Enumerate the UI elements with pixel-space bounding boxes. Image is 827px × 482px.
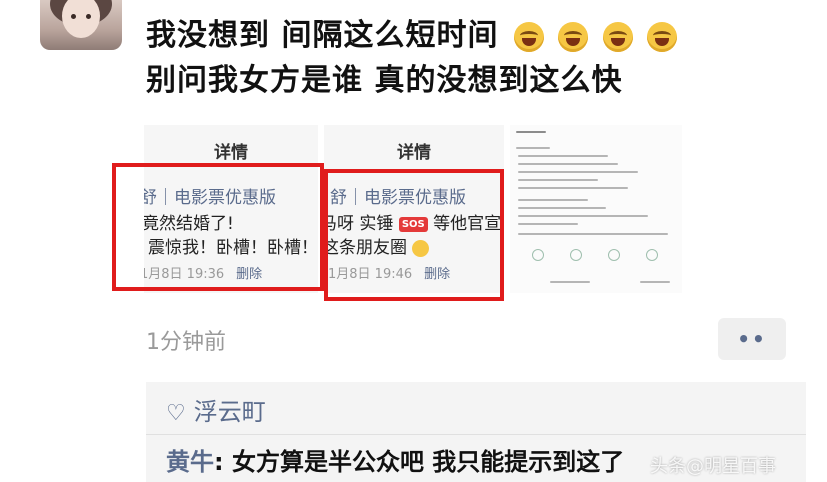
post-line-2: 别问我女方是谁 真的没想到这么快 xyxy=(146,62,623,98)
watermark: 头条@明星百事 xyxy=(650,456,776,477)
blurred-text xyxy=(518,207,606,209)
blurred-text xyxy=(516,147,550,149)
blurred-text xyxy=(518,163,618,165)
laughing-tears-emoji-icon xyxy=(558,22,589,52)
blurred-text xyxy=(518,155,608,157)
avatar-eye xyxy=(71,14,76,19)
blurred-text xyxy=(518,187,628,189)
comment-author[interactable]: 黄牛 xyxy=(166,448,214,476)
post-timestamp: 1分钟前 xyxy=(146,330,226,355)
reaction-icon xyxy=(532,249,544,261)
avatar-face xyxy=(62,0,100,38)
post-text: 我没想到 间隔这么短时间 别问我女方是谁 真的没想到这么快 xyxy=(146,14,806,103)
post-line-1-text: 我没想到 间隔这么短时间 xyxy=(146,18,499,53)
screenshot-image-3[interactable] xyxy=(510,125,682,293)
blurred-text xyxy=(518,199,588,201)
highlight-box-2 xyxy=(324,169,504,301)
blurred-text xyxy=(518,179,598,181)
blurred-text xyxy=(518,171,638,173)
avatar[interactable] xyxy=(40,0,122,50)
blurred-text xyxy=(518,215,648,217)
comment[interactable]: 黄牛: 女方算是半公众吧 我只能提示到这了 xyxy=(166,442,624,477)
laughing-tears-emoji-icon xyxy=(602,22,633,52)
reaction-icon xyxy=(646,249,658,261)
blurred-text xyxy=(550,281,590,283)
comment-text: : 女方算是半公众吧 我只能提示到这了 xyxy=(214,448,625,476)
reaction-icon xyxy=(570,249,582,261)
reaction-icon xyxy=(608,249,620,261)
like-names[interactable]: 浮云町 xyxy=(194,398,266,426)
blurred-text xyxy=(640,281,670,283)
likes-row: ♡ 浮云町 xyxy=(166,392,266,427)
avatar-eye xyxy=(86,14,91,19)
laughing-tears-emoji-icon xyxy=(647,22,678,52)
highlight-box-1 xyxy=(112,163,324,291)
laughing-tears-emoji-icon xyxy=(513,22,544,52)
blurred-text xyxy=(518,233,668,235)
emoji-row xyxy=(513,15,680,59)
divider xyxy=(146,434,806,435)
blurred-text xyxy=(516,131,546,133)
more-options-button[interactable]: •• xyxy=(718,318,786,360)
heart-icon: ♡ xyxy=(166,400,186,426)
post-line-1: 我没想到 间隔这么短时间 xyxy=(146,14,806,59)
blurred-text xyxy=(518,223,578,225)
